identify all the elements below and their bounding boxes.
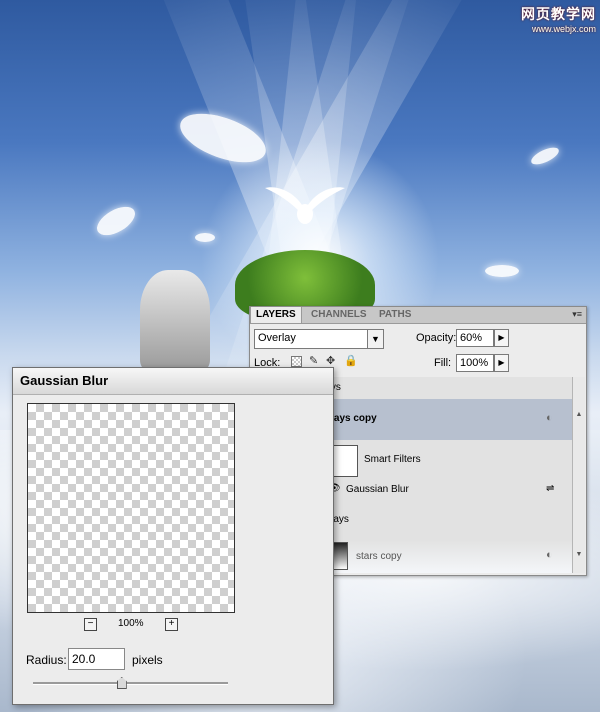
- lock-transparency-icon[interactable]: [291, 356, 302, 367]
- fill-arrow-button[interactable]: ▶: [494, 354, 509, 372]
- zoom-level: 100%: [118, 618, 144, 629]
- radius-slider-handle[interactable]: [116, 677, 127, 689]
- lock-position-move-icon[interactable]: ✥: [326, 356, 337, 367]
- dialog-title: Gaussian Blur: [13, 368, 333, 395]
- blend-mode-select[interactable]: Overlay ▼: [254, 329, 384, 349]
- scroll-up-icon[interactable]: ▲: [574, 411, 584, 421]
- blending-options-icon[interactable]: ⇌: [546, 483, 554, 494]
- fill-field[interactable]: 100%: [456, 354, 494, 372]
- chevron-down-icon: ▼: [367, 330, 383, 348]
- gaussian-blur-dialog: Gaussian Blur − 100% + Radius: 20.0 pixe…: [12, 367, 334, 705]
- feather: [485, 265, 519, 277]
- preview-canvas[interactable]: [27, 403, 235, 613]
- lock-all-icon[interactable]: 🔒: [344, 356, 358, 367]
- feather: [195, 233, 215, 242]
- radius-unit: pixels: [132, 653, 163, 667]
- tab-channels[interactable]: CHANNELS: [306, 307, 372, 323]
- opacity-label: Opacity:: [416, 332, 457, 344]
- lock-image-brush-icon[interactable]: ✎: [309, 356, 320, 367]
- watermark-url: www.webjx.com: [531, 24, 596, 34]
- radius-label: Radius:: [26, 653, 67, 667]
- radius-slider-track[interactable]: [33, 677, 228, 689]
- zoom-out-button[interactable]: −: [84, 618, 97, 631]
- feather: [92, 200, 140, 242]
- watermark: 网页教学网 www.webjx.com: [521, 4, 596, 34]
- angel-statue: [140, 270, 210, 370]
- zoom-in-button[interactable]: +: [165, 618, 178, 631]
- feather: [528, 144, 562, 168]
- fill-label: Fill:: [434, 357, 452, 369]
- filter-name: Gaussian Blur: [346, 484, 409, 495]
- smart-filter-icon: ◐: [546, 549, 553, 561]
- tab-paths[interactable]: PATHS: [374, 307, 416, 323]
- watermark-title: 网页教学网: [521, 6, 596, 22]
- radius-input[interactable]: 20.0: [68, 648, 125, 670]
- dove-icon: [265, 187, 345, 224]
- layer-name: stars copy: [356, 551, 402, 562]
- layers-panel-tabs: LAYERS CHANNELS PATHS ▾≡: [250, 307, 586, 324]
- scroll-down-icon[interactable]: ▼: [574, 551, 584, 561]
- opacity-arrow-button[interactable]: ▶: [494, 329, 509, 347]
- opacity-field[interactable]: 60%: [456, 329, 494, 347]
- smart-filters-label: Smart Filters: [364, 454, 421, 465]
- tab-layers[interactable]: LAYERS: [250, 307, 302, 323]
- layer-name: rays copy: [330, 413, 377, 424]
- smart-filter-icon: ◐: [546, 412, 553, 424]
- layers-scrollbar[interactable]: ▲ ▼: [572, 377, 585, 573]
- blend-mode-value: Overlay: [258, 332, 296, 344]
- panel-menu-icon[interactable]: ▾≡: [572, 309, 582, 320]
